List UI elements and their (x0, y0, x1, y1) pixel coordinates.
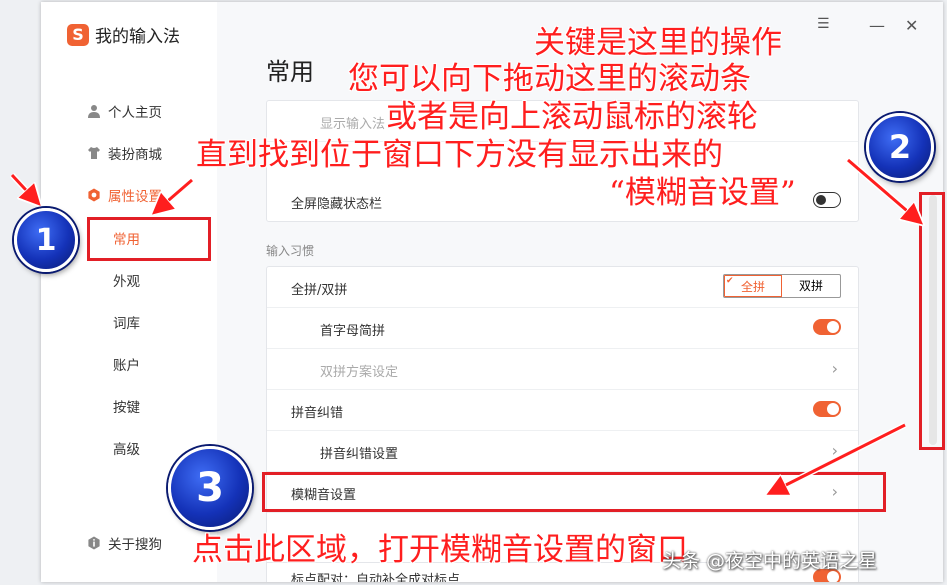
setting-label: 显示输入法 (320, 117, 386, 132)
sidebar-item-label: 装扮商城 (108, 147, 162, 163)
highlight-fuzzy-sound (262, 472, 886, 512)
annotation-line-4: 直到找到位于窗口下方没有显示出来的 (196, 137, 724, 173)
setting-label: 双拼方案设定 (320, 365, 399, 380)
sidebar-sub-keys[interactable]: 按键 (113, 396, 140, 416)
app-title: 我的输入法 (95, 27, 180, 47)
setting-label: 全屏隐藏状态栏 (291, 197, 383, 212)
minimize-button[interactable]: — (869, 16, 885, 35)
setting-row-pinyin-mode: 全拼/双拼 全拼 双拼 (267, 267, 858, 308)
chevron-right-icon: › (831, 441, 838, 460)
sidebar-item-label: 个人主页 (108, 105, 162, 121)
annotation-line-5: “模糊音设置” (609, 175, 797, 211)
settings-hexagon-icon (88, 188, 100, 202)
setting-label: 标点配对：自动补全成对标点 (291, 573, 461, 582)
setting-row-correction-settings[interactable]: 拼音纠错设置 › (267, 431, 858, 472)
setting-row-double-scheme[interactable]: 双拼方案设定 › (267, 349, 858, 390)
info-hexagon-icon (88, 536, 100, 550)
sidebar-sub-account[interactable]: 账户 (113, 354, 140, 374)
user-icon (88, 105, 100, 118)
setting-label: 拼音纠错设置 (320, 447, 399, 462)
sidebar-item-about[interactable]: 关于搜狗 (87, 533, 162, 553)
app-header: S 我的输入法 (67, 22, 180, 47)
chevron-right-icon: › (831, 359, 838, 378)
highlight-scrollbar (919, 192, 945, 450)
close-button[interactable]: ✕ (905, 16, 918, 35)
sidebar-item-label: 关于搜狗 (108, 537, 162, 553)
setting-label: 拼音纠错 (291, 406, 344, 421)
sidebar-sub-dictionary[interactable]: 词库 (113, 312, 140, 332)
sidebar-sub-appearance[interactable]: 外观 (113, 270, 140, 290)
sidebar-item-label: 属性设置 (108, 189, 162, 205)
initials-toggle[interactable] (813, 319, 841, 335)
setting-row-correction[interactable]: 拼音纠错 (267, 390, 858, 431)
setting-label: 全拼/双拼 (291, 283, 348, 298)
annotation-line-1: 关键是这里的操作 (534, 25, 783, 61)
watermark: 头条 @夜空中的英语之星 (662, 550, 878, 572)
sidebar-sub-advanced[interactable]: 高级 (113, 438, 140, 458)
sidebar-item-settings[interactable]: 属性设置 (87, 185, 162, 205)
annotation-line-3: 或者是向上滚动鼠标的滚轮 (386, 99, 759, 135)
step-badge-2: 2 (866, 113, 934, 181)
step-badge-1: 1 (14, 208, 78, 272)
step-badge-3: 3 (168, 446, 252, 530)
pinyin-mode-segmented[interactable]: 全拼 双拼 (723, 274, 841, 298)
correction-toggle[interactable] (813, 401, 841, 417)
fullscreen-hide-toggle[interactable] (813, 192, 841, 208)
annotation-line-2: 您可以向下拖动这里的滚动条 (348, 61, 752, 97)
annotation-bottom: 点击此区域，打开模糊音设置的窗口 (192, 532, 689, 568)
sidebar-item-profile[interactable]: 个人主页 (87, 101, 162, 121)
shirt-icon (88, 147, 100, 159)
setting-row-initials[interactable]: 首字母简拼 (267, 308, 858, 349)
page-title: 常用 (266, 58, 314, 86)
sogou-logo-icon: S (67, 23, 89, 46)
section-label: 输入习惯 (266, 244, 315, 258)
menu-icon[interactable]: ☰ (817, 16, 830, 32)
double-pinyin-option[interactable]: 双拼 (782, 275, 840, 297)
full-pinyin-option[interactable]: 全拼 (724, 275, 782, 297)
sidebar-item-store[interactable]: 装扮商城 (87, 143, 162, 163)
arrow-to-badge-1 (9, 172, 41, 206)
setting-label: 首字母简拼 (320, 324, 386, 339)
highlight-common (87, 217, 211, 261)
